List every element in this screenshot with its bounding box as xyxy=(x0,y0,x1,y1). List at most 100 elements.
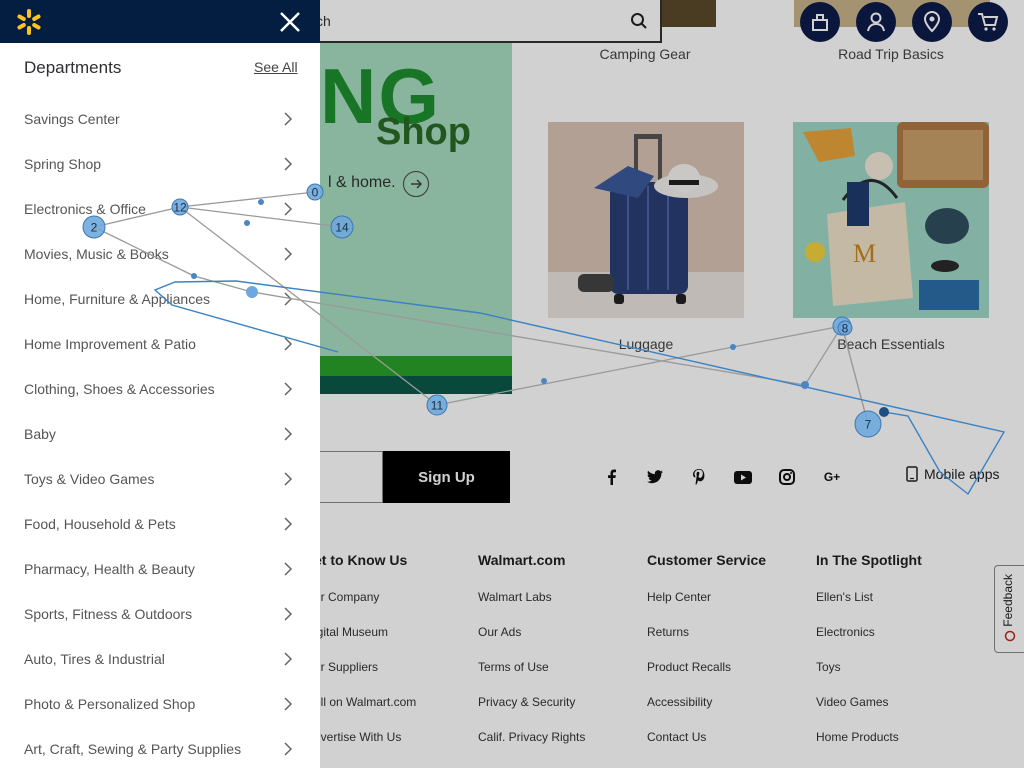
beach-essentials-label[interactable]: Beach Essentials xyxy=(793,336,989,352)
chevron-right-icon xyxy=(284,292,293,306)
mobile-apps-label: Mobile apps xyxy=(924,466,1000,482)
footer-link[interactable]: Toys xyxy=(816,660,922,695)
footer-link[interactable]: Video Games xyxy=(816,695,922,730)
menu-item-photo-personalized-shop[interactable]: Photo & Personalized Shop xyxy=(0,681,320,726)
location-icon[interactable] xyxy=(912,2,952,42)
departments-menu: Departments See All Savings Center Spring… xyxy=(0,0,320,768)
menu-item-label: Pharmacy, Health & Beauty xyxy=(24,560,195,577)
menu-item-pharmacy-health-beauty[interactable]: Pharmacy, Health & Beauty xyxy=(0,546,320,591)
walmart-spark-logo[interactable] xyxy=(15,8,43,36)
luggage-tile[interactable] xyxy=(548,122,744,318)
footer-link[interactable]: Help Center xyxy=(647,590,766,625)
chevron-right-icon xyxy=(284,652,293,666)
menu-item-toys-video-games[interactable]: Toys & Video Games xyxy=(0,456,320,501)
road-trip-label[interactable]: Road Trip Basics xyxy=(793,46,989,62)
search-icon[interactable] xyxy=(630,12,648,30)
footer-link[interactable]: ur Suppliers xyxy=(314,660,416,695)
menu-item-label: Toys & Video Games xyxy=(24,470,155,487)
close-icon xyxy=(280,12,300,32)
footer-link[interactable]: Walmart Labs xyxy=(478,590,585,625)
menu-item-label: Home, Furniture & Appliances xyxy=(24,290,210,307)
youtube-icon[interactable] xyxy=(732,466,754,488)
menu-item-art-craft-sewing-party-supplies[interactable]: Art, Craft, Sewing & Party Supplies xyxy=(0,726,320,768)
close-menu-button[interactable] xyxy=(276,8,304,36)
menu-item-home-improvement-patio[interactable]: Home Improvement & Patio xyxy=(0,321,320,366)
luggage-label[interactable]: Luggage xyxy=(548,336,744,352)
registry-icon[interactable] xyxy=(800,2,840,42)
footer-link[interactable]: Calif. Privacy Rights xyxy=(478,730,585,765)
menu-item-clothing-shoes-accessories[interactable]: Clothing, Shoes & Accessories xyxy=(0,366,320,411)
search-bar[interactable]: ch xyxy=(300,0,662,43)
account-icon[interactable] xyxy=(856,2,896,42)
footer-link[interactable]: Accessibility xyxy=(647,695,766,730)
pinterest-icon[interactable] xyxy=(688,466,710,488)
footer-link[interactable]: Ellen's List xyxy=(816,590,922,625)
menu-item-label: Photo & Personalized Shop xyxy=(24,695,196,712)
chevron-right-icon xyxy=(284,742,293,756)
chevron-right-icon xyxy=(284,247,293,261)
footer-link[interactable]: Product Recalls xyxy=(647,660,766,695)
google-plus-icon[interactable]: G+ xyxy=(820,466,844,488)
facebook-icon[interactable] xyxy=(600,466,622,488)
chevron-right-icon xyxy=(284,472,293,486)
footer-link[interactable]: Our Ads xyxy=(478,625,585,660)
menu-item-baby[interactable]: Baby xyxy=(0,411,320,456)
menu-item-electronics-office[interactable]: Electronics & Office xyxy=(0,186,320,231)
promo-band xyxy=(300,356,512,376)
chevron-right-icon xyxy=(284,517,293,531)
luggage-image xyxy=(548,134,744,318)
twitter-icon[interactable] xyxy=(644,466,666,488)
chevron-right-icon xyxy=(284,202,293,216)
footer-column-get-to-know-us: et to Know Us ur Company igital Museum u… xyxy=(314,552,416,765)
footer-link[interactable]: Terms of Use xyxy=(478,660,585,695)
menu-item-label: Sports, Fitness & Outdoors xyxy=(24,605,193,622)
menu-item-savings-center[interactable]: Savings Center xyxy=(0,96,320,141)
spring-shop-promo[interactable]: NG Shop l & home. xyxy=(300,43,512,394)
mobile-apps-link[interactable]: Mobile apps xyxy=(906,466,1000,482)
footer-link[interactable]: Returns xyxy=(647,625,766,660)
menu-item-label: Savings Center xyxy=(24,110,120,127)
menu-item-label: Electronics & Office xyxy=(24,200,146,217)
beach-image: M xyxy=(803,122,989,310)
footer-column-title: Walmart.com xyxy=(478,552,566,568)
footer-link[interactable]: ur Company xyxy=(314,590,416,625)
menu-header xyxy=(0,0,320,43)
menu-item-movies-music-books[interactable]: Movies, Music & Books xyxy=(0,231,320,276)
chevron-right-icon xyxy=(284,337,293,351)
footer-link[interactable]: dvertise With Us xyxy=(314,730,416,765)
arrow-right-icon[interactable] xyxy=(403,171,429,197)
chevron-right-icon xyxy=(284,427,293,441)
chevron-right-icon xyxy=(284,697,293,711)
see-all-link[interactable]: See All xyxy=(254,59,298,75)
footer-link[interactable]: igital Museum xyxy=(314,625,416,660)
footer-link[interactable]: Contact Us xyxy=(647,730,766,765)
chevron-right-icon xyxy=(284,112,293,126)
menu-item-label: Food, Household & Pets xyxy=(24,515,176,532)
instagram-icon[interactable] xyxy=(776,466,798,488)
feedback-tab[interactable]: Feedback xyxy=(994,565,1024,653)
promo-shop-text: Shop xyxy=(376,111,471,153)
footer-link[interactable]: Privacy & Security xyxy=(478,695,585,730)
phone-icon xyxy=(906,466,918,482)
footer-link[interactable]: Electronics xyxy=(816,625,922,660)
footer-link[interactable]: ell on Walmart.com xyxy=(314,695,416,730)
menu-item-sports-fitness-outdoors[interactable]: Sports, Fitness & Outdoors xyxy=(0,591,320,636)
menu-item-home-furniture-appliances[interactable]: Home, Furniture & Appliances xyxy=(0,276,320,321)
menu-item-label: Movies, Music & Books xyxy=(24,245,169,262)
promo-subtext: l & home. xyxy=(328,174,396,191)
sign-up-button[interactable]: Sign Up xyxy=(383,451,510,503)
footer-link[interactable]: Home Products xyxy=(816,730,922,765)
camping-gear-label[interactable]: Camping Gear xyxy=(547,46,743,62)
footer-column-title: Customer Service xyxy=(647,552,767,568)
menu-item-spring-shop[interactable]: Spring Shop xyxy=(0,141,320,186)
departments-title: Departments xyxy=(24,58,122,77)
promo-band xyxy=(300,376,512,394)
menu-item-food-household-pets[interactable]: Food, Household & Pets xyxy=(0,501,320,546)
svg-text:M: M xyxy=(853,239,876,268)
cart-icon[interactable] xyxy=(968,2,1008,42)
beach-tile[interactable]: M xyxy=(793,122,989,318)
menu-item-auto-tires-industrial[interactable]: Auto, Tires & Industrial xyxy=(0,636,320,681)
chevron-right-icon xyxy=(284,562,293,576)
footer-column-spotlight: In The Spotlight Ellen's List Electronic… xyxy=(816,552,922,765)
menu-item-label: Spring Shop xyxy=(24,155,102,172)
